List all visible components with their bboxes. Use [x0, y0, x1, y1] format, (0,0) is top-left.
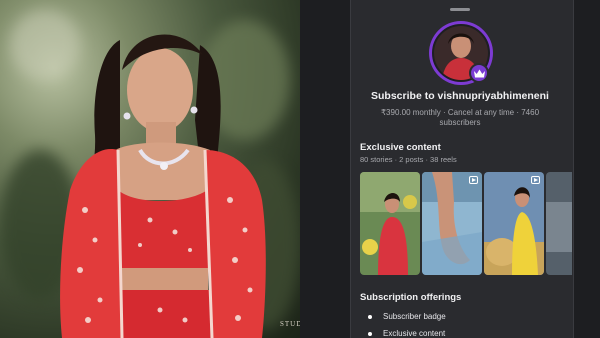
content-thumbnail[interactable]: [484, 172, 544, 275]
exclusive-content-counts: 80 stories · 2 posts · 38 reels: [360, 155, 457, 164]
price-line: ₹390.00 monthly · Cancel at any time · 7…: [380, 108, 540, 117]
bullet-icon: [368, 331, 372, 336]
photo-watermark: STUDI: [280, 320, 300, 328]
content-thumbnail[interactable]: [546, 172, 572, 275]
subscribe-title: Subscribe to vishnupriyabhimeneni: [371, 90, 549, 102]
price-info: ₹390.00 monthly · Cancel at any time · 7…: [375, 108, 545, 128]
offering-item: Exclusive content: [368, 329, 445, 338]
content-thumbnail[interactable]: [360, 172, 420, 275]
subscription-offerings-title: Subscription offerings: [360, 292, 462, 303]
content-thumbnail[interactable]: [422, 172, 482, 275]
offering-label: Subscriber badge: [383, 312, 446, 321]
profile-photo: STUDI: [0, 0, 300, 338]
reel-icon: [469, 176, 478, 184]
subscription-screen: Subscribe to vishnupriyabhimeneni ₹390.0…: [300, 0, 600, 338]
woman-figure: [60, 34, 266, 338]
drag-handle[interactable]: [450, 8, 470, 11]
offering-item: Subscriber badge: [368, 312, 446, 321]
bullet-icon: [368, 314, 372, 319]
price-line-2: subscribers: [439, 118, 481, 127]
reel-icon: [531, 176, 540, 184]
exclusive-content-title: Exclusive content: [360, 142, 441, 153]
crown-icon: [469, 63, 489, 83]
offering-label: Exclusive content: [383, 329, 446, 338]
